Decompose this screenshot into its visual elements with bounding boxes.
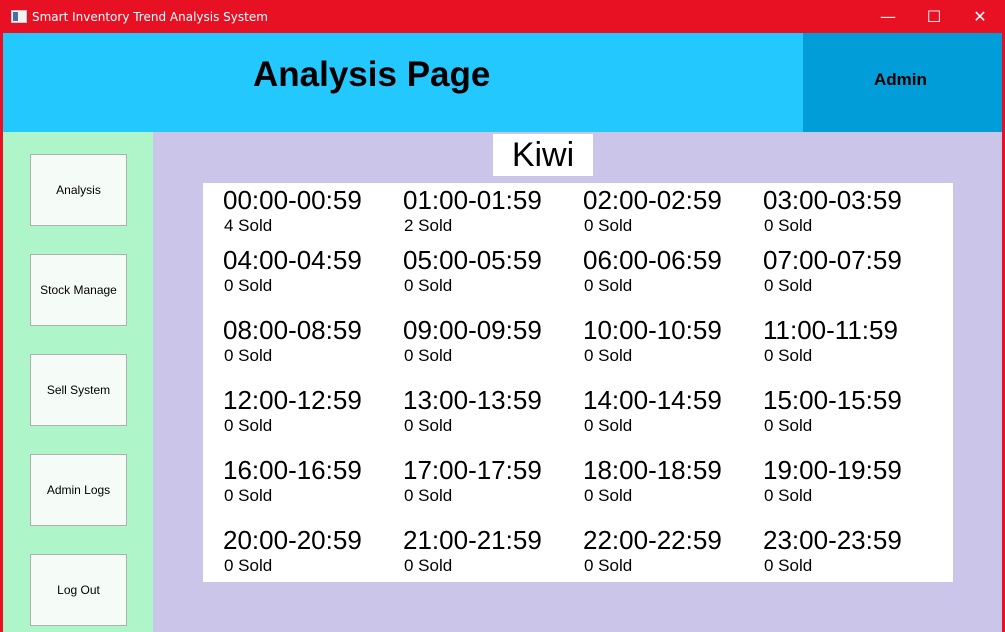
- hour-slot: 09:00-09:59 0 Sold: [403, 315, 573, 371]
- hour-slot: 08:00-08:59 0 Sold: [223, 315, 393, 371]
- hour-slot: 21:00-21:59 0 Sold: [403, 525, 573, 581]
- log-out-button[interactable]: Log Out: [30, 554, 127, 626]
- hour-slot-sold: 0 Sold: [584, 276, 633, 295]
- page-header: Analysis Page: [3, 33, 803, 132]
- window-title: Smart Inventory Trend Analysis System: [32, 10, 268, 24]
- hour-slot: 18:00-18:59 0 Sold: [583, 455, 753, 511]
- hour-slot: 14:00-14:59 0 Sold: [583, 385, 753, 441]
- page-title: Analysis Page: [253, 55, 491, 94]
- hour-slot-sold: 0 Sold: [584, 346, 633, 365]
- minimize-icon[interactable]: —: [865, 0, 911, 33]
- hour-slot: 15:00-15:59 0 Sold: [763, 385, 933, 441]
- hour-slot: 13:00-13:59 0 Sold: [403, 385, 573, 441]
- product-title: Kiwi: [493, 134, 593, 176]
- hour-slot-sold: 0 Sold: [404, 486, 453, 505]
- admin-logs-button[interactable]: Admin Logs: [30, 454, 127, 526]
- user-name: Admin: [874, 70, 927, 89]
- hour-slot-sold: 0 Sold: [764, 416, 813, 435]
- hour-slot-time: 05:00-05:59: [403, 245, 542, 275]
- hour-slot: 04:00-04:59 0 Sold: [223, 245, 393, 301]
- hour-slot-time: 06:00-06:59: [583, 245, 722, 275]
- hour-slot: 17:00-17:59 0 Sold: [403, 455, 573, 511]
- hour-slot-time: 21:00-21:59: [403, 525, 542, 555]
- hour-slot-time: 15:00-15:59: [763, 385, 902, 415]
- hour-slot-time: 02:00-02:59: [583, 185, 722, 215]
- hour-slot-time: 12:00-12:59: [223, 385, 362, 415]
- user-panel: Admin: [803, 33, 1002, 132]
- hour-slot-sold: 0 Sold: [224, 276, 273, 295]
- hour-slot-time: 03:00-03:59: [763, 185, 902, 215]
- title-bar[interactable]: Smart Inventory Trend Analysis System — …: [0, 0, 1005, 33]
- hour-slot-time: 14:00-14:59: [583, 385, 722, 415]
- hour-slot: 03:00-03:59 0 Sold: [763, 185, 933, 241]
- hour-slot-sold: 2 Sold: [404, 216, 453, 235]
- hour-slot-sold: 0 Sold: [404, 556, 453, 575]
- hour-slot-time: 00:00-00:59: [223, 185, 362, 215]
- hour-slot: 07:00-07:59 0 Sold: [763, 245, 933, 301]
- hour-slot-sold: 0 Sold: [404, 276, 453, 295]
- hour-slot: 06:00-06:59 0 Sold: [583, 245, 753, 301]
- hour-slot: 19:00-19:59 0 Sold: [763, 455, 933, 511]
- hour-slot-sold: 0 Sold: [224, 346, 273, 365]
- hour-slot-time: 18:00-18:59: [583, 455, 722, 485]
- hour-slot-sold: 4 Sold: [224, 216, 273, 235]
- hour-slot-sold: 0 Sold: [404, 416, 453, 435]
- hour-slot: 20:00-20:59 0 Sold: [223, 525, 393, 581]
- hour-slot-sold: 0 Sold: [764, 276, 813, 295]
- hour-slot: 02:00-02:59 0 Sold: [583, 185, 753, 241]
- hour-slot-time: 13:00-13:59: [403, 385, 542, 415]
- app-window-icon: [11, 10, 27, 23]
- main-content: Kiwi 00:00-00:59 4 Sold 01:00-01:59 2 Sold 0…: [153, 132, 1002, 632]
- hour-slot-sold: 0 Sold: [764, 346, 813, 365]
- hour-slot-time: 01:00-01:59: [403, 185, 542, 215]
- hour-slot-time: 22:00-22:59: [583, 525, 722, 555]
- hour-slot-time: 07:00-07:59: [763, 245, 902, 275]
- hour-slot-sold: 0 Sold: [584, 216, 633, 235]
- hour-slot-sold: 0 Sold: [224, 416, 273, 435]
- sell-system-button[interactable]: Sell System: [30, 354, 127, 426]
- hour-slot: 10:00-10:59 0 Sold: [583, 315, 753, 371]
- sidebar: Analysis Stock Manage Sell System Admin …: [3, 132, 153, 632]
- hour-slot: 05:00-05:59 0 Sold: [403, 245, 573, 301]
- hour-slot: 11:00-11:59 0 Sold: [763, 315, 933, 371]
- hour-slot-time: 19:00-19:59: [763, 455, 902, 485]
- hour-slot: 01:00-01:59 2 Sold: [403, 185, 573, 241]
- hour-slot-sold: 0 Sold: [584, 556, 633, 575]
- hour-slot-sold: 0 Sold: [224, 486, 273, 505]
- hour-slot: 12:00-12:59 0 Sold: [223, 385, 393, 441]
- hour-slot: 16:00-16:59 0 Sold: [223, 455, 393, 511]
- hour-slot-time: 17:00-17:59: [403, 455, 542, 485]
- hour-slot: 23:00-23:59 0 Sold: [763, 525, 933, 581]
- stock-manage-button[interactable]: Stock Manage: [30, 254, 127, 326]
- hour-slot-time: 11:00-11:59: [763, 315, 898, 345]
- analysis-button[interactable]: Analysis: [30, 154, 127, 226]
- hour-slot-sold: 0 Sold: [764, 556, 813, 575]
- hour-slot: 00:00-00:59 4 Sold: [223, 185, 393, 241]
- hour-slot-time: 09:00-09:59: [403, 315, 542, 345]
- hour-slot-time: 23:00-23:59: [763, 525, 902, 555]
- close-icon[interactable]: ✕: [957, 0, 1003, 33]
- hour-slot-sold: 0 Sold: [764, 486, 813, 505]
- hour-slot-sold: 0 Sold: [404, 346, 453, 365]
- hour-slot-sold: 0 Sold: [224, 556, 273, 575]
- hourly-sales-panel: 00:00-00:59 4 Sold 01:00-01:59 2 Sold 02:00-…: [203, 183, 953, 582]
- maximize-icon[interactable]: ☐: [911, 0, 957, 33]
- hour-slot-sold: 0 Sold: [584, 416, 633, 435]
- hour-slot: 22:00-22:59 0 Sold: [583, 525, 753, 581]
- hour-slot-time: 08:00-08:59: [223, 315, 362, 345]
- hour-slot-time: 20:00-20:59: [223, 525, 362, 555]
- hour-slot-time: 10:00-10:59: [583, 315, 722, 345]
- hour-slot-time: 04:00-04:59: [223, 245, 362, 275]
- hour-slot-sold: 0 Sold: [764, 216, 813, 235]
- hour-slot-sold: 0 Sold: [584, 486, 633, 505]
- hour-slot-time: 16:00-16:59: [223, 455, 362, 485]
- app-window: Smart Inventory Trend Analysis System — …: [0, 0, 1005, 632]
